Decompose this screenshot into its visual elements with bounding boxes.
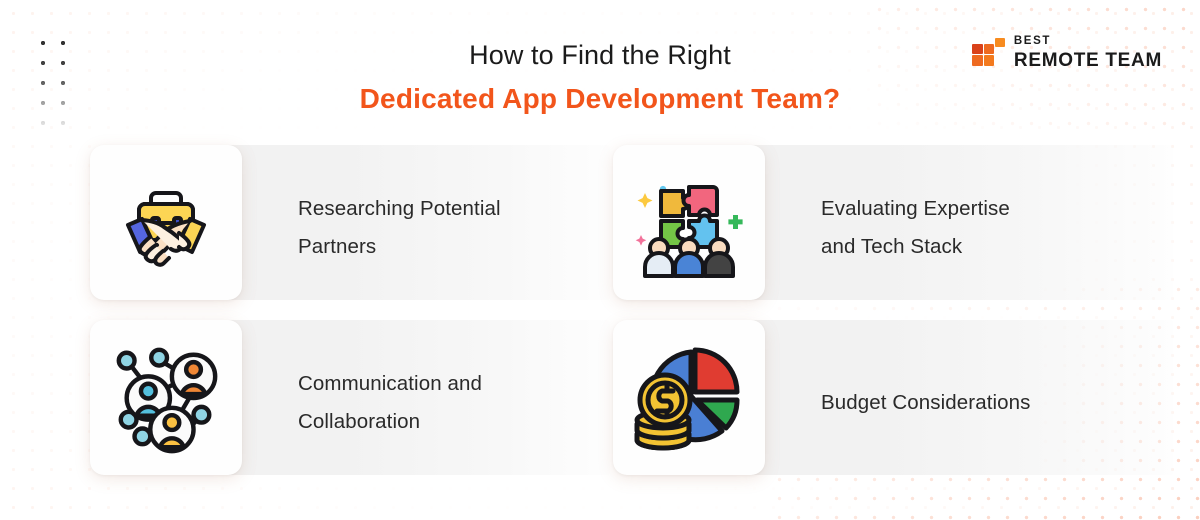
card-grid: Researching Potential Partners Evaluatin… xyxy=(0,131,1200,491)
card-researching-potential-partners[interactable]: Researching Potential Partners xyxy=(90,145,610,300)
card-icon-tile xyxy=(90,145,242,300)
blocks-logo-icon xyxy=(971,37,1005,68)
card-label: Researching Potential Partners xyxy=(298,197,501,258)
page-title-line2: Dedicated App Development Team? xyxy=(359,83,841,114)
brand-logo[interactable]: BEST REMOTE TEAM xyxy=(971,35,1162,71)
network-people-icon xyxy=(116,347,218,453)
pie-chart-coins-icon xyxy=(634,347,740,450)
card-label: Evaluating Expertise and Tech Stack xyxy=(821,197,1010,258)
card-budget-considerations[interactable]: Budget Considerations xyxy=(613,320,1173,475)
card-label: Communication and Collaboration xyxy=(298,372,483,433)
logo-main-text: REMOTE TEAM xyxy=(1013,49,1162,71)
puzzle-team-icon xyxy=(635,184,743,278)
card-communication-and-collaboration[interactable]: Communication and Collaboration xyxy=(90,320,610,475)
card-icon-tile xyxy=(90,320,242,475)
handshake-briefcase-icon xyxy=(126,190,206,267)
card-icon-tile xyxy=(613,145,765,300)
logo-wordmark: BEST REMOTE TEAM xyxy=(1013,35,1162,71)
header: How to Find the Right Dedicated App Deve… xyxy=(0,0,1200,130)
card-label: Budget Considerations xyxy=(821,391,1031,414)
card-icon-tile xyxy=(613,320,765,475)
logo-top-text: BEST xyxy=(1013,35,1051,47)
card-evaluating-expertise-and-tech-stack[interactable]: Evaluating Expertise and Tech Stack xyxy=(613,145,1173,300)
